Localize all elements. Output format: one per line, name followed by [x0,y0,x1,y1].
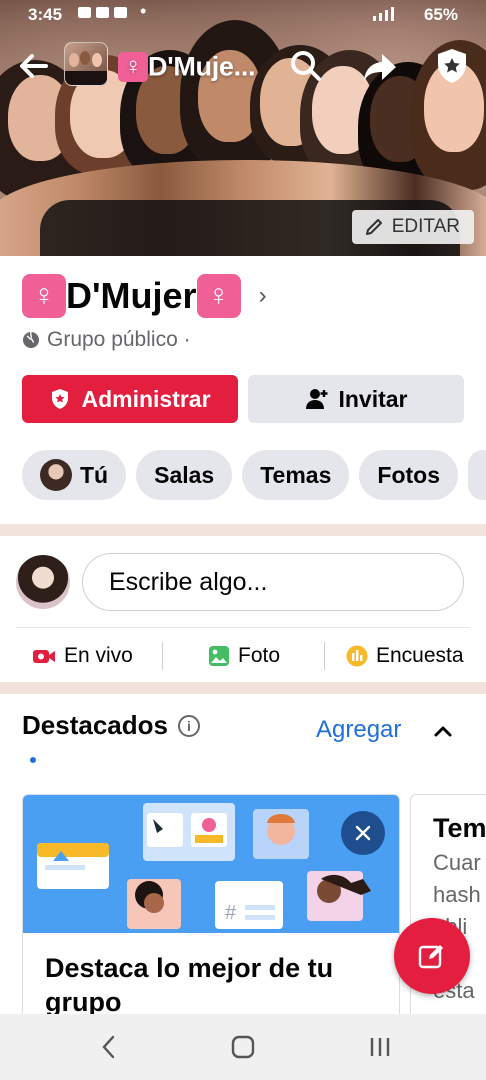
group-name-text: D'Mujer [66,275,197,316]
invite-label: Invitar [338,385,408,412]
system-nav-bar [0,1014,486,1080]
recent-apps-icon[interactable] [365,1032,395,1062]
status-bar: 3:45 • 65% [0,0,486,30]
top-nav: ♀ D'Muje... [0,42,486,92]
manage-label: Administrar [81,385,211,412]
status-time: 3:45 [28,5,63,24]
tab-more[interactable] [468,450,486,500]
compose-icon [418,945,443,969]
manage-button[interactable]: Administrar [22,375,238,423]
invite-button[interactable]: Invitar [248,375,464,423]
tab-label: Fotos [377,461,440,488]
group-tabs: Tú Salas Temas Fotos [22,450,486,500]
close-icon[interactable] [341,811,385,855]
svg-text:#: # [225,902,237,924]
info-icon[interactable]: i [177,714,200,737]
poll-icon [346,645,368,667]
header-group-title[interactable]: ♀ D'Muje... [118,50,256,82]
battery-level: 65% [423,5,458,24]
composer-actions: En vivo Foto Encuesta [0,636,486,676]
notification-icons [78,7,127,18]
search-icon[interactable] [286,46,326,86]
card2-title: Tem [433,813,486,843]
group-name[interactable]: ♀ D'Mujer ♀ › [22,274,267,318]
add-featured-link[interactable]: Agregar [316,716,401,744]
featured-heading: Destacados i [22,710,200,741]
venus-emoji-left: ♀ [22,274,66,318]
carousel-indicator [30,757,36,763]
tab-topics[interactable]: Temas [242,450,350,500]
live-video-button[interactable]: En vivo [32,636,133,676]
group-privacy-text: Grupo público · [47,328,191,351]
divider [16,627,470,628]
back-arrow-icon[interactable] [14,46,54,86]
user-avatar[interactable] [16,555,70,609]
home-icon[interactable] [228,1032,258,1062]
group-privacy-meta[interactable]: Grupo público · [22,328,191,352]
tab-you[interactable]: Tú [22,450,127,500]
divider [324,642,325,670]
video-icon [33,650,55,663]
header-title-text: D'Muje... [148,51,256,82]
post-composer-input[interactable]: Escribe algo... [82,553,464,611]
poll-button[interactable]: Encuesta [346,636,464,676]
signal-icon [373,7,394,21]
group-cover-photo[interactable]: 3:45 • 65% ♀ D'Muje... EDITAR [0,0,486,256]
admin-shield-icon[interactable] [432,46,472,86]
featured-card-title: Destaca lo mejor de tu grupo [45,953,334,1017]
composer-placeholder: Escribe algo... [109,567,268,596]
action-label: Encuesta [376,644,464,667]
edit-cover-button[interactable]: EDITAR [351,210,474,244]
shield-star-icon [52,389,69,409]
featured-card-topics[interactable]: Tem Cuar hash ubli n esta [410,794,486,1034]
new-post-button[interactable] [394,918,470,994]
action-label: En vivo [64,644,133,667]
featured-illustration: # [23,795,399,933]
globe-icon [23,331,39,348]
section-divider [0,524,486,536]
tab-rooms[interactable]: Salas [136,450,233,500]
photo-icon [209,646,229,666]
tab-label: Salas [154,461,215,488]
share-icon[interactable] [360,46,400,86]
pencil-icon [365,219,382,235]
venus-emoji: ♀ [118,51,148,82]
photo-button[interactable]: Foto [208,636,280,676]
featured-card[interactable]: # Destaca lo mejor de tu grupo [22,794,400,1034]
featured-title: Destacados [22,710,168,740]
avatar [40,459,72,491]
add-person-icon [306,389,328,409]
action-label: Foto [238,644,281,667]
divider [162,642,163,670]
back-icon[interactable] [94,1032,124,1062]
status-dot: • [140,1,147,21]
section-divider [0,682,486,694]
venus-emoji-right: ♀ [196,274,241,318]
chevron-up-icon[interactable] [430,718,456,744]
tab-photos[interactable]: Fotos [359,450,458,500]
tab-label: Temas [260,461,332,488]
edit-label: EDITAR [391,216,460,237]
tab-label: Tú [80,461,109,488]
chevron-right-icon: › [258,282,267,309]
group-thumbnail[interactable] [64,42,108,86]
